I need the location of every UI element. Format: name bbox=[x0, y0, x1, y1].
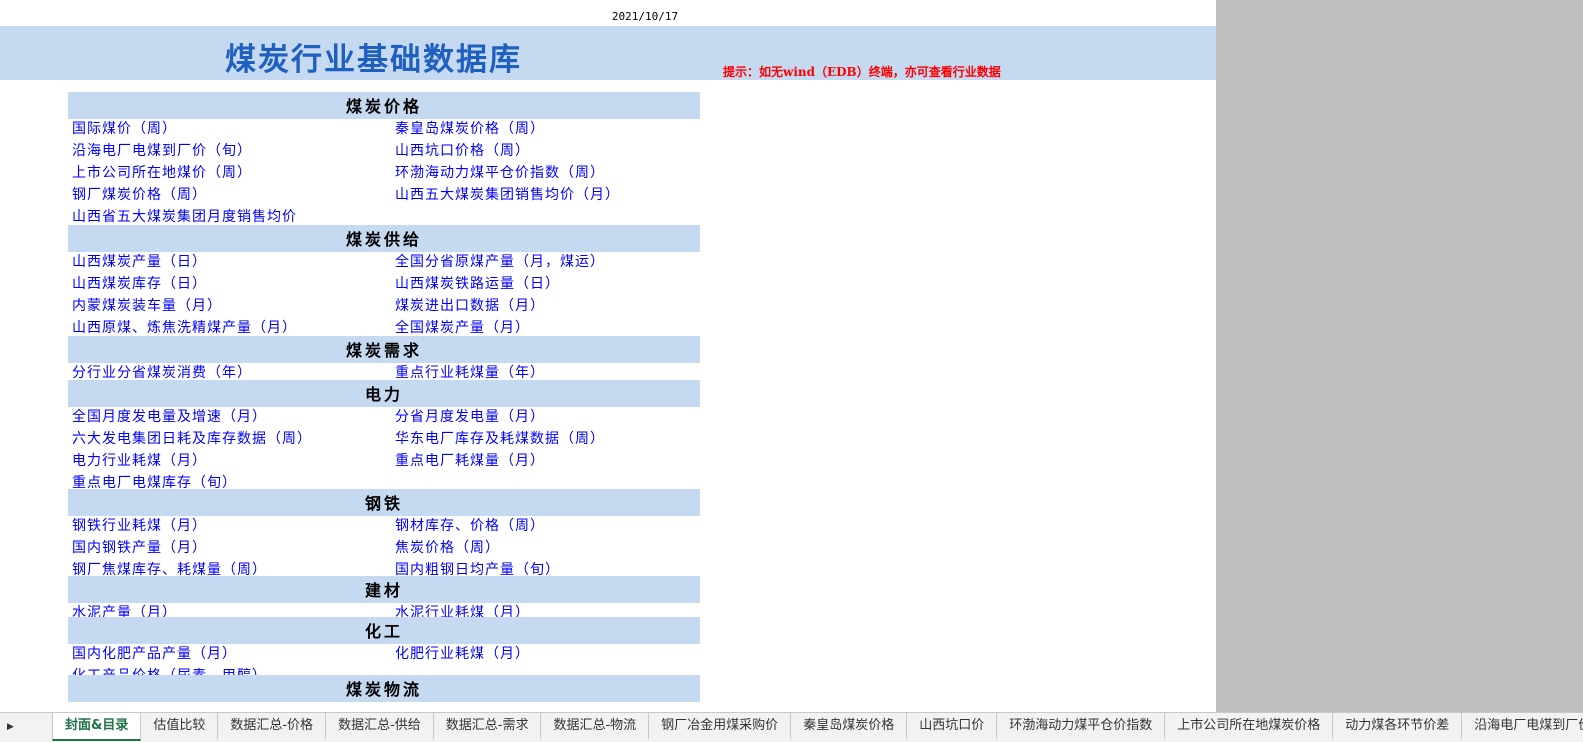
section-header: 建材 bbox=[68, 576, 700, 603]
catalog-link[interactable]: 电力行业耗煤（月） bbox=[72, 451, 207, 471]
catalog-link[interactable]: 山西煤炭铁路运量（日） bbox=[395, 274, 560, 294]
catalog-link[interactable]: 钢厂煤炭价格（周） bbox=[72, 185, 207, 205]
sheet-tab[interactable]: 数据汇总-物流 bbox=[541, 713, 650, 739]
sheet-tab[interactable]: 山西坑口价 bbox=[907, 713, 998, 739]
unused-sheet-area bbox=[1216, 0, 1583, 712]
catalog-link[interactable]: 秦皇岛煤炭价格（周） bbox=[395, 119, 545, 139]
sheet-tab-bar: ▶ 封面&目录 估值比较 数据汇总-价格 数据汇总-供给 数据汇总-需求 数据汇总-物流钢… bbox=[0, 712, 1583, 742]
catalog-link[interactable]: 上市公司所在地煤价（周） bbox=[72, 163, 252, 183]
sheet-tab[interactable]: 数据汇总-供给 bbox=[326, 713, 434, 739]
catalog-link[interactable]: 山西坑口价格（周） bbox=[395, 141, 530, 161]
catalog-link[interactable]: 山西原煤、炼焦洗精煤产量（月） bbox=[72, 318, 297, 338]
sheet-tabs: 封面&目录 估值比较 数据汇总-价格 数据汇总-供给 数据汇总-需求 数据汇总-物流 钢厂冶… bbox=[52, 713, 1583, 742]
catalog-link[interactable]: 重点电厂耗煤量（月） bbox=[395, 451, 545, 471]
sheet-tab[interactable]: 封面&目录 bbox=[52, 713, 142, 741]
catalog-link[interactable]: 山西煤炭库存（日） bbox=[72, 274, 207, 294]
catalog-link[interactable]: 分省月度发电量（月） bbox=[395, 407, 545, 427]
sheet-tab[interactable]: 数据汇总-需求 bbox=[434, 713, 542, 739]
catalog-link[interactable]: 山西煤炭产量（日） bbox=[72, 252, 207, 272]
catalog-link[interactable]: 六大发电集团日耗及库存数据（周） bbox=[72, 429, 312, 449]
catalog-link[interactable]: 全国煤炭产量（月） bbox=[395, 318, 530, 338]
catalog-link[interactable]: 煤炭进出口数据（月） bbox=[395, 296, 545, 316]
catalog-link[interactable]: 国际煤价（周） bbox=[72, 119, 177, 139]
section-header: 钢铁 bbox=[68, 489, 700, 516]
sheet-tab[interactable]: 动力煤各环节价差 bbox=[1333, 713, 1463, 739]
catalog-link[interactable]: 全国分省原煤产量（月，煤运） bbox=[395, 252, 605, 272]
catalog-link[interactable]: 内蒙煤炭装车量（月） bbox=[72, 296, 222, 316]
sheet-tab[interactable]: 估值比较 bbox=[141, 713, 219, 739]
catalog-link[interactable]: 全国月度发电量及增速（月） bbox=[72, 407, 267, 427]
sheet-tab[interactable]: 沿海电厂电煤到厂价 bbox=[1462, 713, 1583, 739]
catalog-link[interactable]: 华东电厂库存及耗煤数据（周） bbox=[395, 429, 605, 449]
section-header: 电力 bbox=[68, 380, 700, 407]
catalog-link[interactable]: 国内钢铁产量（月） bbox=[72, 538, 207, 558]
catalog-link[interactable]: 化肥行业耗煤（月） bbox=[395, 644, 530, 664]
catalog-link[interactable]: 秦皇岛煤炭运销数据（月） bbox=[72, 702, 252, 704]
catalog-link[interactable]: 沿海电厂电煤到厂价（旬） bbox=[72, 141, 252, 161]
sheet-tab[interactable]: 数据汇总-价格 bbox=[218, 713, 327, 739]
catalog-link[interactable]: 钢铁行业耗煤（月） bbox=[72, 516, 207, 536]
section-header: 煤炭价格 bbox=[68, 92, 700, 119]
catalog-link[interactable]: 国内化肥产品产量（月） bbox=[72, 644, 237, 664]
catalog-link[interactable]: 焦炭价格（周） bbox=[395, 538, 500, 558]
sheet-tab[interactable]: 环渤海动力煤平仓价指数 bbox=[997, 713, 1166, 739]
tab-scroll-right-icon[interactable]: ▶ bbox=[0, 713, 50, 742]
section-header: 煤炭物流 bbox=[68, 675, 700, 702]
sheet-tab[interactable]: 秦皇岛煤炭价格 bbox=[791, 713, 908, 739]
section-header: 化工 bbox=[68, 617, 700, 644]
section-header: 煤炭供给 bbox=[68, 225, 700, 252]
section-header: 煤炭需求 bbox=[68, 336, 700, 363]
catalog-link[interactable]: 钢材库存、价格（周） bbox=[395, 516, 545, 536]
catalog-link[interactable]: 山西省五大煤炭集团月度销售均价 bbox=[72, 207, 297, 227]
hint-text: 提示：如无wind（EDB）终端，亦可查看行业数据 bbox=[723, 65, 1001, 79]
catalog-link[interactable]: 广州港煤炭库存与价格（月） bbox=[395, 702, 590, 704]
catalog: 煤炭价格 国际煤价（周） 秦皇岛煤炭价格（周） 沿海电厂电煤到厂价（旬） 山西坑口价格（… bbox=[68, 0, 700, 704]
sheet-tab[interactable]: 钢厂冶金用煤采购价 bbox=[649, 713, 792, 739]
catalog-link[interactable]: 环渤海动力煤平仓价指数（周） bbox=[395, 163, 605, 183]
catalog-link[interactable]: 山西五大煤炭集团销售均价（月） bbox=[395, 185, 620, 205]
sheet-tab[interactable]: 上市公司所在地煤炭价格 bbox=[1165, 713, 1334, 739]
